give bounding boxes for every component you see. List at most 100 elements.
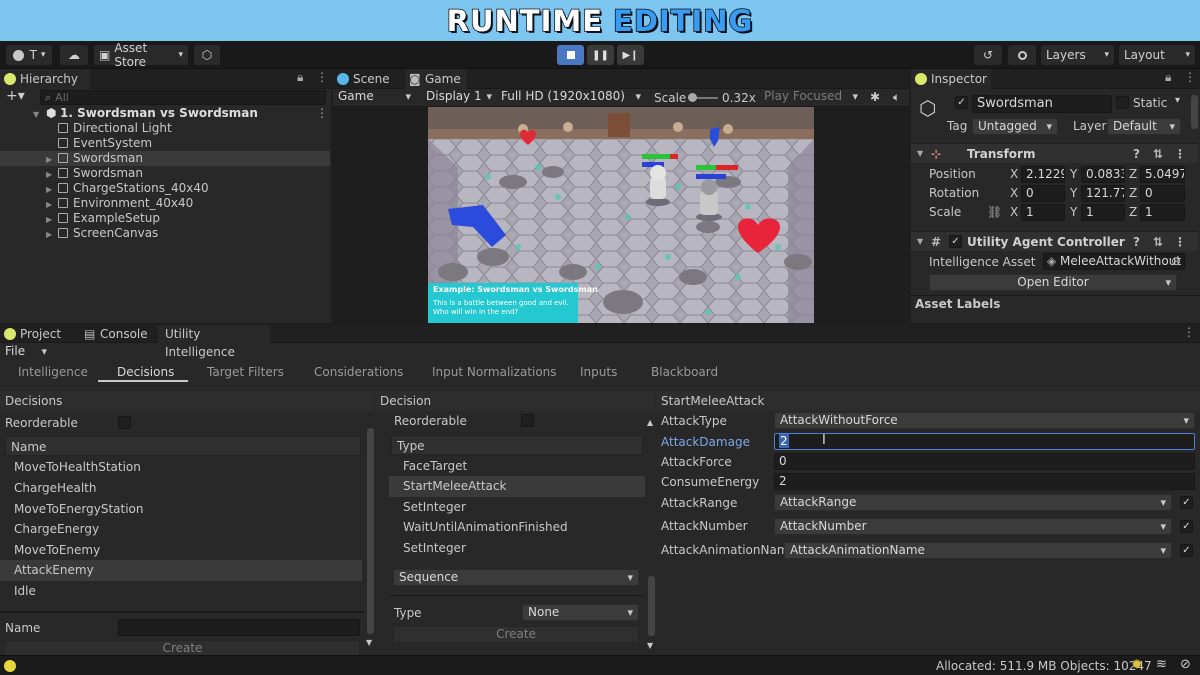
file-menu[interactable]: File bbox=[0, 344, 52, 361]
consume-energy-field[interactable]: 2 bbox=[774, 473, 1195, 490]
scale-y-field[interactable]: 1 bbox=[1081, 204, 1125, 221]
sequence-dropdown[interactable]: Sequence bbox=[393, 569, 639, 586]
attack-damage-field[interactable]: 2 I bbox=[774, 433, 1195, 450]
list-item[interactable]: WaitUntilAnimationFinished bbox=[389, 517, 645, 538]
game-viewport[interactable]: Example: Swordsman vs Swordsman This is … bbox=[428, 107, 814, 323]
expand-icon[interactable]: ▶ bbox=[46, 152, 52, 167]
expand-icon[interactable]: ▶ bbox=[46, 212, 52, 227]
component-enabled-checkbox[interactable]: ✓ bbox=[949, 235, 962, 248]
utility-agent-header[interactable]: ▼ # ✓ Utility Agent Controller ? ⇅ ⋮ bbox=[911, 231, 1198, 251]
audio-icon[interactable]: 🔈︎ bbox=[893, 90, 900, 105]
foldout-icon[interactable]: ▼ bbox=[917, 144, 923, 164]
axis-x-label[interactable]: X bbox=[1010, 204, 1018, 221]
tab-game[interactable]: ◙ Game bbox=[405, 69, 467, 89]
list-item[interactable]: MoveToHealthStation bbox=[0, 457, 362, 478]
scene-more-icon[interactable]: ⋮ bbox=[316, 106, 328, 121]
tab-console[interactable]: ▤ Console bbox=[80, 325, 150, 343]
hierarchy-item[interactable]: EventSystem bbox=[0, 136, 330, 151]
axis-y-label[interactable]: Y bbox=[1070, 166, 1077, 183]
axis-y-label[interactable]: Y bbox=[1070, 185, 1077, 202]
layers-dropdown[interactable]: Layers ▾ bbox=[1041, 45, 1114, 65]
list-item[interactable]: Idle bbox=[0, 581, 362, 602]
decisions-reorderable-checkbox[interactable] bbox=[118, 416, 131, 429]
layout-dropdown[interactable]: Layout ▾ bbox=[1119, 45, 1195, 65]
hierarchy-item[interactable]: ▶ ChargeStations_40x40 bbox=[0, 181, 330, 196]
object-picker-icon[interactable]: ⊙ bbox=[1171, 254, 1181, 269]
lock-icon[interactable]: 🔒︎ bbox=[297, 70, 303, 85]
cloud-button[interactable]: ☁ bbox=[60, 45, 88, 65]
attack-animation-dropdown[interactable]: AttackAnimationName bbox=[784, 542, 1172, 559]
list-item[interactable]: SetInteger bbox=[389, 497, 645, 518]
collapse-icon[interactable]: ▼ bbox=[33, 107, 39, 122]
layers-stack-icon[interactable]: ≋ bbox=[1156, 657, 1167, 672]
scene-row[interactable]: ▼ ⬢ 1. Swordsman vs Swordsman ⋮ bbox=[0, 106, 330, 121]
tab-project[interactable]: Project bbox=[0, 325, 70, 343]
collab-icon[interactable]: ⊘ bbox=[1180, 657, 1191, 672]
attack-range-dropdown[interactable]: AttackRange bbox=[774, 494, 1172, 511]
tab-intelligence[interactable]: Intelligence bbox=[18, 365, 88, 379]
active-checkbox[interactable]: ✓ bbox=[955, 96, 968, 109]
debug-icon[interactable]: ✹ bbox=[1131, 657, 1143, 673]
step-button[interactable]: ▶❙ bbox=[617, 45, 644, 65]
hierarchy-item[interactable]: ▶ Swordsman bbox=[0, 151, 330, 166]
asset-store-button[interactable]: ▣ Asset Store ▾ bbox=[94, 41, 188, 69]
intelligence-asset-field[interactable]: ◈ MeleeAttackWithout ⊙ bbox=[1043, 253, 1185, 270]
open-editor-button[interactable]: Open Editor bbox=[929, 274, 1177, 291]
decisions-scrollbar[interactable] bbox=[367, 428, 374, 634]
static-checkbox[interactable] bbox=[1116, 96, 1129, 109]
scroll-down-icon[interactable]: ▼ bbox=[647, 641, 653, 650]
pause-button[interactable]: ❚❚ bbox=[587, 45, 614, 65]
list-item[interactable]: ChargeEnergy bbox=[0, 519, 362, 540]
transform-header[interactable]: ▼ ⊹ Transform ? ⇅ ⋮ bbox=[911, 143, 1198, 163]
object-name-field[interactable]: Swordsman bbox=[972, 95, 1112, 113]
package-button[interactable]: ⬡ bbox=[194, 45, 220, 65]
hierarchy-item[interactable]: Directional Light bbox=[0, 121, 330, 136]
scale-x-field[interactable]: 1 bbox=[1021, 204, 1065, 221]
axis-z-label[interactable]: Z bbox=[1129, 204, 1137, 221]
create-task-button[interactable]: Create bbox=[393, 626, 639, 643]
task-type-dropdown[interactable]: None bbox=[522, 604, 639, 621]
notification-icon[interactable] bbox=[4, 660, 16, 672]
tab-input-normalizations[interactable]: Input Normalizations bbox=[432, 365, 557, 379]
layer-dropdown[interactable]: Default bbox=[1107, 118, 1181, 135]
tab-hierarchy[interactable]: Hierarchy bbox=[0, 69, 90, 89]
decision-name-input[interactable] bbox=[118, 619, 360, 636]
hierarchy-search-input[interactable]: ⌕ All bbox=[40, 90, 326, 105]
decision-reorderable-checkbox[interactable] bbox=[521, 414, 534, 427]
tab-scene[interactable]: Scene bbox=[333, 69, 403, 89]
list-item[interactable]: SetInteger bbox=[389, 538, 645, 559]
position-x-field[interactable]: 2.1229 bbox=[1021, 166, 1065, 183]
list-item[interactable]: StartMeleeAttack bbox=[389, 476, 645, 497]
tab-inspector[interactable]: Inspector bbox=[911, 69, 991, 89]
attack-animation-checkbox[interactable]: ✓ bbox=[1180, 544, 1193, 557]
preset-icon[interactable]: ⇅ bbox=[1153, 232, 1163, 252]
link-icon[interactable]: ⛓ bbox=[987, 204, 1002, 221]
tag-dropdown[interactable]: Untagged bbox=[972, 118, 1058, 135]
axis-z-label[interactable]: Z bbox=[1129, 166, 1137, 183]
add-icon[interactable]: +▾ bbox=[6, 88, 25, 104]
search-button[interactable] bbox=[1008, 45, 1036, 65]
axis-y-label[interactable]: Y bbox=[1070, 204, 1077, 221]
inspector-scrollbar[interactable] bbox=[1191, 95, 1198, 129]
tab-utility-intelligence[interactable]: Utility Intelligence bbox=[158, 325, 270, 359]
resolution-dropdown[interactable]: Full HD (1920x1080) bbox=[496, 89, 646, 106]
list-item[interactable]: ChargeHealth bbox=[0, 478, 362, 499]
tab-target-filters[interactable]: Target Filters bbox=[207, 365, 284, 379]
tab-decisions[interactable]: Decisions bbox=[117, 365, 174, 379]
hierarchy-item[interactable]: ▶ ScreenCanvas bbox=[0, 226, 330, 241]
hierarchy-item[interactable]: ▶ ExampleSetup bbox=[0, 211, 330, 226]
rotation-z-field[interactable]: 0 bbox=[1140, 185, 1185, 202]
static-dropdown-icon[interactable]: ▾ bbox=[1175, 95, 1180, 106]
scale-z-field[interactable]: 1 bbox=[1140, 204, 1185, 221]
hierarchy-item[interactable]: ▶ Swordsman bbox=[0, 166, 330, 181]
list-item[interactable]: MoveToEnemy bbox=[0, 540, 362, 561]
attack-number-dropdown[interactable]: AttackNumber bbox=[774, 518, 1172, 535]
help-icon[interactable]: ? bbox=[1133, 144, 1140, 164]
play-focus-dropdown[interactable]: Play Focused bbox=[759, 89, 863, 106]
lock-icon[interactable]: 🔒︎ bbox=[1165, 70, 1171, 85]
expand-icon[interactable]: ▶ bbox=[46, 167, 52, 182]
rotation-x-field[interactable]: 0 bbox=[1021, 185, 1065, 202]
scale-slider-handle[interactable] bbox=[688, 93, 697, 102]
preset-icon[interactable]: ⇅ bbox=[1153, 144, 1163, 164]
axis-z-label[interactable]: Z bbox=[1129, 185, 1137, 202]
